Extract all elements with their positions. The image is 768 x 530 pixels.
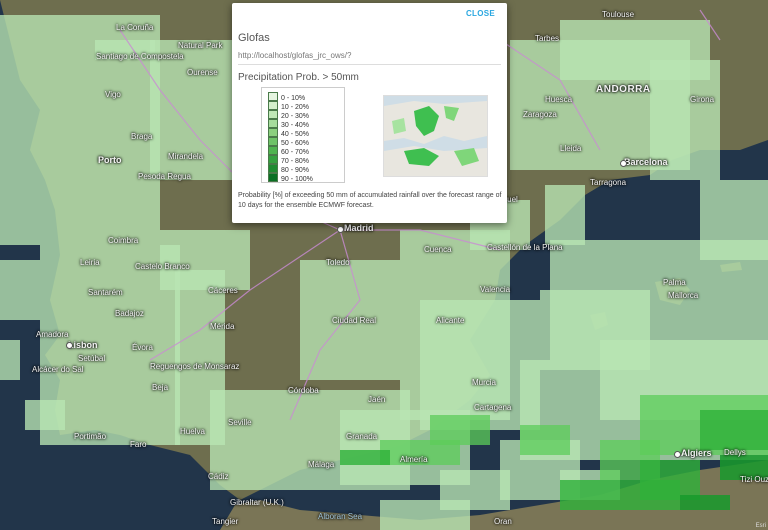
- city-label: Ciudad Real: [332, 316, 377, 325]
- city-label: Santiago de Compostela: [96, 52, 184, 61]
- legend-item: 80 - 90%: [268, 164, 309, 174]
- legend-swatch: [268, 119, 278, 128]
- city-label: Toulouse: [602, 10, 635, 19]
- city-label: Tizi Ouzou: [740, 475, 768, 484]
- city-label: Amadora: [36, 330, 69, 339]
- city-label: Madrid: [344, 223, 374, 233]
- legend-swatch: [268, 92, 278, 101]
- city-label: Lleida: [560, 144, 582, 153]
- legend-swatch: [268, 101, 278, 110]
- city-label: Dellys: [724, 448, 746, 457]
- city-label: Algiers: [681, 448, 712, 458]
- city-label: Leiria: [80, 258, 100, 267]
- legend-swatch: [268, 155, 278, 164]
- legend-swatch: [268, 173, 278, 182]
- city-label: Castelo Branco: [135, 262, 190, 271]
- city-label: Toledo: [326, 258, 350, 267]
- city-label: Tarragona: [590, 178, 627, 187]
- city-label: Cuenca: [424, 245, 452, 254]
- city-label: Mallorca: [668, 291, 699, 300]
- layer-info-popup: CLOSE Glofas http://localhost/glofas_jrc…: [232, 3, 507, 223]
- city-marker-barcelona: [620, 160, 627, 167]
- city-label: Granada: [346, 432, 378, 441]
- city-label: Valencia: [480, 285, 511, 294]
- city-label: Córdoba: [288, 386, 319, 395]
- service-url: http://localhost/glofas_jrc_ows/?: [238, 51, 352, 60]
- city-label: Vigo: [105, 90, 121, 99]
- legend-item: 40 - 50%: [268, 128, 309, 138]
- city-label: Oran: [494, 517, 512, 526]
- city-label: Évora: [132, 343, 153, 352]
- city-label: Coimbra: [108, 236, 139, 245]
- sea-label-alboran: Alboran Sea: [318, 512, 363, 521]
- city-label: La Coruña: [116, 23, 154, 32]
- city-label: Beja: [152, 383, 169, 392]
- map-attribution: Esri: [755, 523, 766, 529]
- legend-swatch: [268, 128, 278, 137]
- preview-map-image: [384, 96, 487, 176]
- city-label: Natural Park: [178, 41, 223, 50]
- legend-item: 0 - 10%: [268, 92, 305, 102]
- city-label: Mérida: [210, 322, 235, 331]
- city-label: Almería: [400, 455, 428, 464]
- city-label: Tangier: [212, 517, 239, 526]
- city-label: Seville: [228, 418, 252, 427]
- city-label: Ourense: [187, 68, 218, 77]
- legend-item: 10 - 20%: [268, 101, 309, 111]
- city-label: Portimão: [74, 432, 107, 441]
- legend-item: 90 - 100%: [268, 173, 313, 183]
- city-label: Braga: [131, 132, 153, 141]
- city-label: Reguengos de Monsaraz: [150, 362, 240, 371]
- city-label: Gibraltar (U.K.): [230, 498, 284, 507]
- city-label: Castellón de la Plana: [487, 243, 563, 252]
- city-label: Zaragoza: [523, 110, 557, 119]
- city-label: Badajoz: [115, 309, 144, 318]
- city-label: Huelva: [180, 427, 205, 436]
- city-label: Cádiz: [208, 472, 229, 481]
- divider: [238, 64, 501, 65]
- city-label: Alicante: [436, 316, 465, 325]
- city-marker-algiers: [674, 451, 681, 458]
- city-marker-madrid: [337, 226, 344, 233]
- legend-swatch: [268, 146, 278, 155]
- city-label: Murcia: [472, 378, 497, 387]
- city-label: Mirandela: [168, 152, 204, 161]
- city-label: Cáceres: [208, 286, 238, 295]
- legend-item: 30 - 40%: [268, 119, 309, 129]
- legend-item: 20 - 30%: [268, 110, 309, 120]
- city-label: Porto: [98, 155, 122, 165]
- city-label: Tarbes: [535, 34, 560, 43]
- city-label: Alcácer do Sal: [32, 365, 84, 374]
- city-marker-lisbon: [66, 342, 73, 349]
- city-label: Pesoda Regua: [138, 172, 191, 181]
- city-label: Santarém: [88, 288, 123, 297]
- city-label: Girona: [690, 95, 715, 104]
- legend-swatch: [268, 110, 278, 119]
- layer-description: Probability [%] of exceeding 50 mm of ac…: [238, 192, 502, 209]
- city-label: Barcelona: [624, 157, 668, 167]
- city-label: Málaga: [308, 460, 335, 469]
- popup-title: Glofas: [238, 32, 270, 44]
- city-label: Setúbal: [78, 354, 106, 363]
- legend-item: 70 - 80%: [268, 155, 309, 165]
- layer-preview-thumbnail: [383, 95, 488, 177]
- legend: 0 - 10% 10 - 20% 20 - 30% 30 - 40% 40 - …: [261, 87, 345, 183]
- city-label: Palma: [663, 278, 686, 287]
- layer-title: Precipitation Prob. > 50mm: [238, 72, 359, 83]
- city-label: Huesca: [545, 95, 573, 104]
- city-label: Cartagena: [474, 403, 512, 412]
- legend-swatch: [268, 164, 278, 173]
- legend-item: 50 - 60%: [268, 137, 309, 147]
- legend-item: 60 - 70%: [268, 146, 309, 156]
- country-label-andorra: ANDORRA: [596, 84, 651, 95]
- city-label: Faro: [130, 440, 147, 449]
- legend-swatch: [268, 137, 278, 146]
- city-label: Jaén: [368, 395, 386, 404]
- close-button[interactable]: CLOSE: [466, 9, 495, 18]
